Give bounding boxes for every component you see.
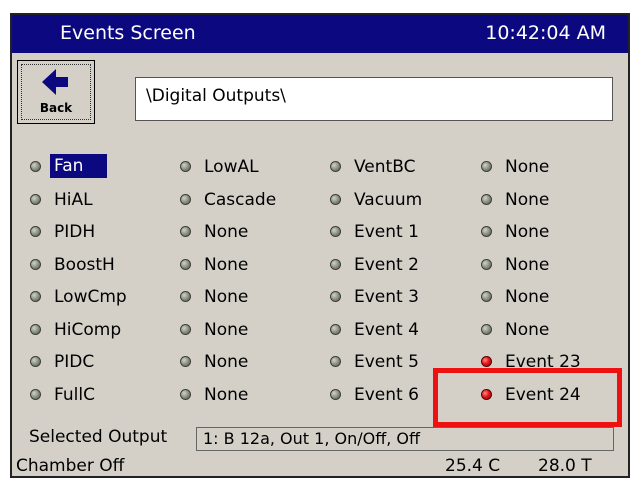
output-label: Fan	[50, 154, 108, 178]
output-label: Cascade	[204, 190, 277, 210]
output-label: LowCmp	[54, 287, 127, 307]
output-label: None	[505, 320, 550, 340]
status-led-icon	[330, 291, 341, 302]
output-label: Event 23	[505, 352, 581, 372]
status-led-icon	[30, 259, 41, 270]
output-label: HiComp	[54, 320, 122, 340]
status-led-icon	[30, 324, 41, 335]
status-led-icon	[481, 226, 492, 237]
output-label: LowAL	[204, 157, 259, 177]
status-led-icon	[481, 356, 492, 367]
output-label: Vacuum	[354, 190, 423, 210]
status-led-icon	[481, 291, 492, 302]
status-led-icon	[330, 259, 341, 270]
output-label: None	[204, 385, 249, 405]
clock: 10:42:04 AM	[485, 22, 606, 44]
status-led-icon	[180, 226, 191, 237]
output-label: None	[204, 320, 249, 340]
status-led-icon	[481, 161, 492, 172]
chamber-status: Chamber Off	[16, 456, 125, 476]
status-led-icon	[330, 389, 341, 400]
output-label: Event 6	[354, 385, 419, 405]
status-led-icon	[30, 161, 41, 172]
status-led-icon	[30, 356, 41, 367]
status-led-icon	[481, 324, 492, 335]
status-led-icon	[30, 291, 41, 302]
output-label: None	[505, 190, 550, 210]
output-label: PIDC	[54, 352, 95, 372]
output-label: None	[204, 352, 249, 372]
back-button[interactable]: Back	[17, 60, 95, 124]
status-led-icon	[30, 226, 41, 237]
status-led-icon	[180, 324, 191, 335]
screen-title: Events Screen	[60, 22, 196, 44]
output-label: HiAL	[54, 190, 93, 210]
status-led-icon	[330, 161, 341, 172]
path-field[interactable]: \Digital Outputs\	[135, 77, 613, 121]
status-led-icon	[330, 226, 341, 237]
left-arrow-icon	[42, 69, 68, 95]
output-label: None	[505, 287, 550, 307]
selected-output-field: 1: B 12a, Out 1, On/Off, Off	[196, 427, 614, 451]
output-label: PIDH	[54, 222, 96, 242]
status-led-icon	[180, 291, 191, 302]
status-led-icon	[180, 356, 191, 367]
output-label: Event 24	[505, 385, 581, 405]
output-label: Event 1	[354, 222, 419, 242]
status-led-icon	[180, 161, 191, 172]
output-label: None	[505, 222, 550, 242]
output-label: None	[505, 255, 550, 275]
title-bar: Events Screen 10:42:04 AM	[12, 15, 628, 53]
status-led-icon	[481, 259, 492, 270]
output-label: None	[204, 222, 249, 242]
status-led-icon	[180, 194, 191, 205]
output-label: None	[204, 287, 249, 307]
output-label: Event 4	[354, 320, 419, 340]
status-led-icon	[330, 356, 341, 367]
output-label: FullC	[54, 385, 95, 405]
output-label: Event 5	[354, 352, 419, 372]
output-label: Event 2	[354, 255, 419, 275]
status-led-icon	[330, 194, 341, 205]
output-label: Event 3	[354, 287, 419, 307]
output-label: None	[204, 255, 249, 275]
status-led-icon	[481, 389, 492, 400]
status-led-icon	[180, 389, 191, 400]
temperature-reading-1: 25.4 C	[445, 456, 501, 476]
temperature-reading-2: 28.0 T	[538, 456, 592, 476]
status-led-icon	[180, 259, 191, 270]
status-led-icon	[330, 324, 341, 335]
output-label: None	[505, 157, 550, 177]
back-button-label: Back	[39, 101, 73, 115]
status-led-icon	[481, 194, 492, 205]
status-led-icon	[30, 389, 41, 400]
events-screen: Events Screen 10:42:04 AM Back \Digital …	[10, 13, 630, 478]
output-label: VentBC	[354, 157, 416, 177]
selected-output-label: Selected Output	[29, 427, 168, 447]
status-led-icon	[30, 194, 41, 205]
output-label: BoostH	[54, 255, 115, 275]
